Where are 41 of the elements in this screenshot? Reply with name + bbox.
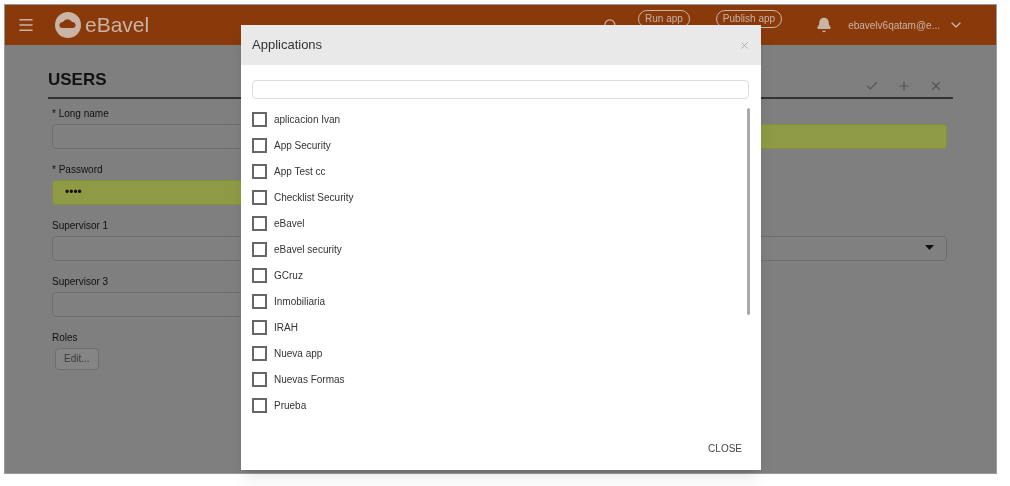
- application-name[interactable]: Nueva app: [274, 345, 323, 361]
- page-title: USERS: [48, 69, 107, 91]
- application-name[interactable]: IRAH: [274, 319, 298, 335]
- checkbox[interactable]: [252, 319, 267, 335]
- checkbox[interactable]: [252, 345, 267, 361]
- caret-icon: [925, 245, 934, 251]
- bell-icon[interactable]: [816, 17, 833, 33]
- menu-icon[interactable]: [17, 16, 35, 34]
- checkbox[interactable]: [252, 163, 267, 179]
- application-name[interactable]: App Security: [274, 137, 331, 153]
- field-label: * Long name: [52, 106, 109, 121]
- scrollbar[interactable]: [747, 108, 750, 315]
- application-name[interactable]: Checklist Security: [274, 189, 354, 205]
- search-field[interactable]: [252, 79, 749, 99]
- app-name: eBavel: [85, 12, 150, 39]
- close-button[interactable]: CLOSE: [708, 441, 742, 456]
- application-name[interactable]: Nuevas Formas: [274, 371, 345, 387]
- cloud-logo-icon: [55, 12, 81, 38]
- field-label: Roles: [52, 330, 78, 345]
- dialog-title: Applications: [252, 36, 323, 55]
- checkbox[interactable]: [252, 371, 267, 387]
- checkbox[interactable]: [252, 267, 267, 283]
- application-name[interactable]: Inmobiliaria: [274, 293, 326, 309]
- field-label: Supervisor 3: [52, 274, 109, 289]
- field-label: Supervisor 1: [52, 218, 109, 233]
- checkbox[interactable]: [252, 111, 267, 127]
- application-name[interactable]: aplicacion Ivan: [274, 111, 341, 127]
- field-value: ••••: [65, 184, 82, 201]
- application-name[interactable]: eBavel security: [274, 241, 342, 257]
- checkbox[interactable]: [252, 241, 267, 257]
- application-name[interactable]: Prueba: [274, 397, 307, 413]
- checkbox[interactable]: [252, 293, 267, 309]
- checkbox[interactable]: [252, 189, 267, 205]
- application-name[interactable]: App Test cc: [274, 163, 326, 179]
- checkbox[interactable]: [252, 215, 267, 231]
- application-name[interactable]: eBavel: [274, 215, 305, 231]
- application-name[interactable]: GCruz: [274, 267, 303, 283]
- field-label: * Password: [52, 162, 103, 177]
- checkbox[interactable]: [252, 397, 267, 413]
- checkbox[interactable]: [252, 137, 267, 153]
- user-email[interactable]: ebavelv6qatam@e...: [848, 17, 940, 33]
